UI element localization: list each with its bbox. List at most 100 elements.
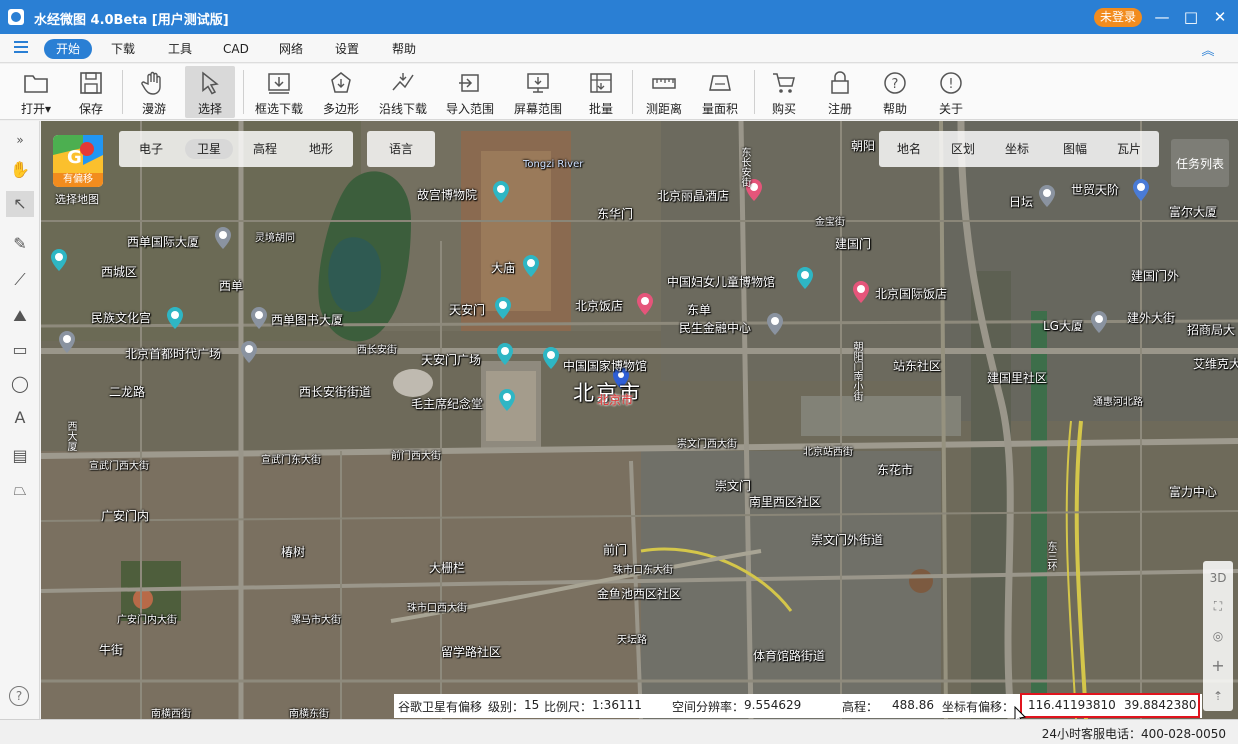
building-pin-icon[interactable] xyxy=(215,227,231,249)
area-measure-tool-icon[interactable]: ⏢ xyxy=(6,477,34,503)
rectangle-tool-icon[interactable]: ▭ xyxy=(6,337,34,363)
building-pin-icon[interactable] xyxy=(241,341,257,363)
box-download-label: 框选下载 xyxy=(254,102,303,116)
screen-icon xyxy=(527,73,549,93)
map-view[interactable]: G 有偏移 选择地图 电子 卫星 高程 地形 语言 地名 区划 坐标 图幅 瓦片… xyxy=(41,121,1238,719)
menu-tools[interactable]: 工具 xyxy=(168,39,192,59)
circle-tool-icon[interactable]: ◯ xyxy=(6,371,34,397)
museum-pin-icon[interactable] xyxy=(167,307,183,329)
open-dropdown-icon[interactable]: ▾ xyxy=(45,102,51,116)
tab-coordinates[interactable]: 坐标 xyxy=(997,139,1037,159)
tab-electronic[interactable]: 电子 xyxy=(131,139,171,159)
level-value: 15 xyxy=(524,698,540,712)
task-list-button[interactable]: 任务列表 xyxy=(1171,139,1229,187)
building-pin-icon[interactable] xyxy=(59,331,75,353)
memorial-pin-icon[interactable] xyxy=(499,389,515,411)
building-pin-icon[interactable] xyxy=(1091,311,1107,333)
temple-pin-icon[interactable] xyxy=(523,255,539,277)
menu-settings[interactable]: 设置 xyxy=(335,39,359,59)
hamburger-menu-icon[interactable] xyxy=(14,41,28,53)
zoom-out-icon[interactable]: ⇡ xyxy=(1203,683,1233,709)
museum-pin-icon[interactable] xyxy=(493,181,509,203)
select-tool-icon[interactable]: ↖ xyxy=(6,191,34,217)
tab-place-names[interactable]: 地名 xyxy=(889,139,929,159)
map-label: 牛街 xyxy=(99,643,124,657)
cursor-icon xyxy=(202,71,219,95)
screen-range-button[interactable]: 屏幕范围 xyxy=(510,66,566,118)
tab-map-sheets[interactable]: 图幅 xyxy=(1055,139,1095,159)
line-download-button[interactable]: 沿线下载 xyxy=(375,66,431,118)
import-range-button[interactable]: 导入范围 xyxy=(442,66,498,118)
map-label: 南里西区社区 xyxy=(749,495,822,509)
collapse-ribbon-icon[interactable]: ︽ xyxy=(1200,40,1216,59)
save-icon xyxy=(80,72,102,94)
batch-label: 批量 xyxy=(588,102,613,116)
museum-pin-icon[interactable] xyxy=(797,267,813,289)
measure-distance-button[interactable]: 测距离 xyxy=(642,66,686,118)
building-pin-icon[interactable] xyxy=(767,313,783,335)
map-label: 南横东街 xyxy=(289,709,329,719)
map-label: 通惠河北路 xyxy=(1093,397,1143,408)
map-label: 西长安街 xyxy=(357,345,397,356)
batch-button[interactable]: 批量 xyxy=(580,66,622,118)
map-source-logo[interactable]: G 有偏移 xyxy=(53,135,103,187)
language-button[interactable]: 语言 xyxy=(379,139,423,159)
hand-tool-icon[interactable]: ✋ xyxy=(6,157,34,183)
locate-icon[interactable]: ◎ xyxy=(1203,623,1233,649)
hotel-pin-icon[interactable] xyxy=(637,293,653,315)
park-pin-icon[interactable] xyxy=(51,249,67,271)
open-button[interactable]: 打开▾ xyxy=(14,66,58,118)
help-label: 帮助 xyxy=(882,102,907,116)
building-pin-icon[interactable] xyxy=(251,307,267,329)
menu-cad[interactable]: CAD xyxy=(223,39,249,59)
shopping-pin-icon[interactable] xyxy=(1133,179,1149,201)
area-tool-icon[interactable]: ⛰ xyxy=(6,303,34,329)
museum-pin-icon[interactable] xyxy=(543,347,559,369)
3d-view-button[interactable]: 3D xyxy=(1203,565,1233,591)
map-label: 天安门 xyxy=(449,303,486,317)
square-pin-icon[interactable] xyxy=(497,343,513,365)
fullscreen-icon[interactable]: ⛶ xyxy=(1203,593,1233,619)
ruler-tool-icon[interactable]: ▤ xyxy=(6,443,34,469)
select-button[interactable]: 选择 xyxy=(185,66,235,118)
menu-help[interactable]: 帮助 xyxy=(392,39,416,59)
tab-tiles[interactable]: 瓦片 xyxy=(1109,139,1149,159)
save-button[interactable]: 保存 xyxy=(70,66,112,118)
hotel-pin-icon[interactable] xyxy=(853,281,869,303)
register-button[interactable]: 注册 xyxy=(820,66,860,118)
select-map-label[interactable]: 选择地图 xyxy=(55,191,99,207)
close-button[interactable]: ✕ xyxy=(1208,6,1232,28)
buy-label: 购买 xyxy=(771,102,796,116)
menu-start[interactable]: 开始 xyxy=(44,39,92,59)
tab-elevation[interactable]: 高程 xyxy=(245,139,285,159)
help-button[interactable]: ? 帮助 xyxy=(875,66,915,118)
tab-terrain[interactable]: 地形 xyxy=(301,139,341,159)
zoom-in-icon[interactable]: + xyxy=(1203,653,1233,679)
buy-button[interactable]: 购买 xyxy=(764,66,804,118)
tab-satellite[interactable]: 卫星 xyxy=(185,139,233,159)
about-button[interactable]: ! 关于 xyxy=(931,66,971,118)
pushpin-tool-icon[interactable]: ✎ xyxy=(6,231,34,257)
map-label: 朝阳 xyxy=(851,139,876,153)
language-panel: 语言 xyxy=(367,131,435,167)
pan-button[interactable]: 漫游 xyxy=(132,66,176,118)
menu-network[interactable]: 网络 xyxy=(279,39,303,59)
svg-text:!: ! xyxy=(948,77,953,92)
gate-pin-icon[interactable] xyxy=(495,297,511,319)
minimize-button[interactable]: — xyxy=(1150,6,1174,28)
help-circle-icon[interactable]: ? xyxy=(9,686,29,706)
text-tool-icon[interactable]: A xyxy=(6,405,34,431)
tab-districts[interactable]: 区划 xyxy=(943,139,983,159)
measure-area-button[interactable]: 量面积 xyxy=(698,66,742,118)
ribbon-toolbar: 打开▾ 保存 漫游 选择 框选下载 多边形 沿线下载 导入范围 屏幕范围 批量 … xyxy=(0,64,1238,120)
polygon-button[interactable]: 多边形 xyxy=(318,66,364,118)
menu-download[interactable]: 下载 xyxy=(111,39,135,59)
box-download-button[interactable]: 框选下载 xyxy=(252,66,306,118)
polyline-tool-icon[interactable]: ⟋ xyxy=(6,267,34,293)
expand-panel-icon[interactable]: » xyxy=(6,127,34,153)
select-label: 选择 xyxy=(197,102,222,116)
landmark-pin-icon[interactable] xyxy=(1039,185,1055,207)
maximize-button[interactable]: □ xyxy=(1179,6,1203,28)
map-label: 建国里社区 xyxy=(987,371,1048,385)
login-button[interactable]: 未登录 xyxy=(1094,8,1142,27)
